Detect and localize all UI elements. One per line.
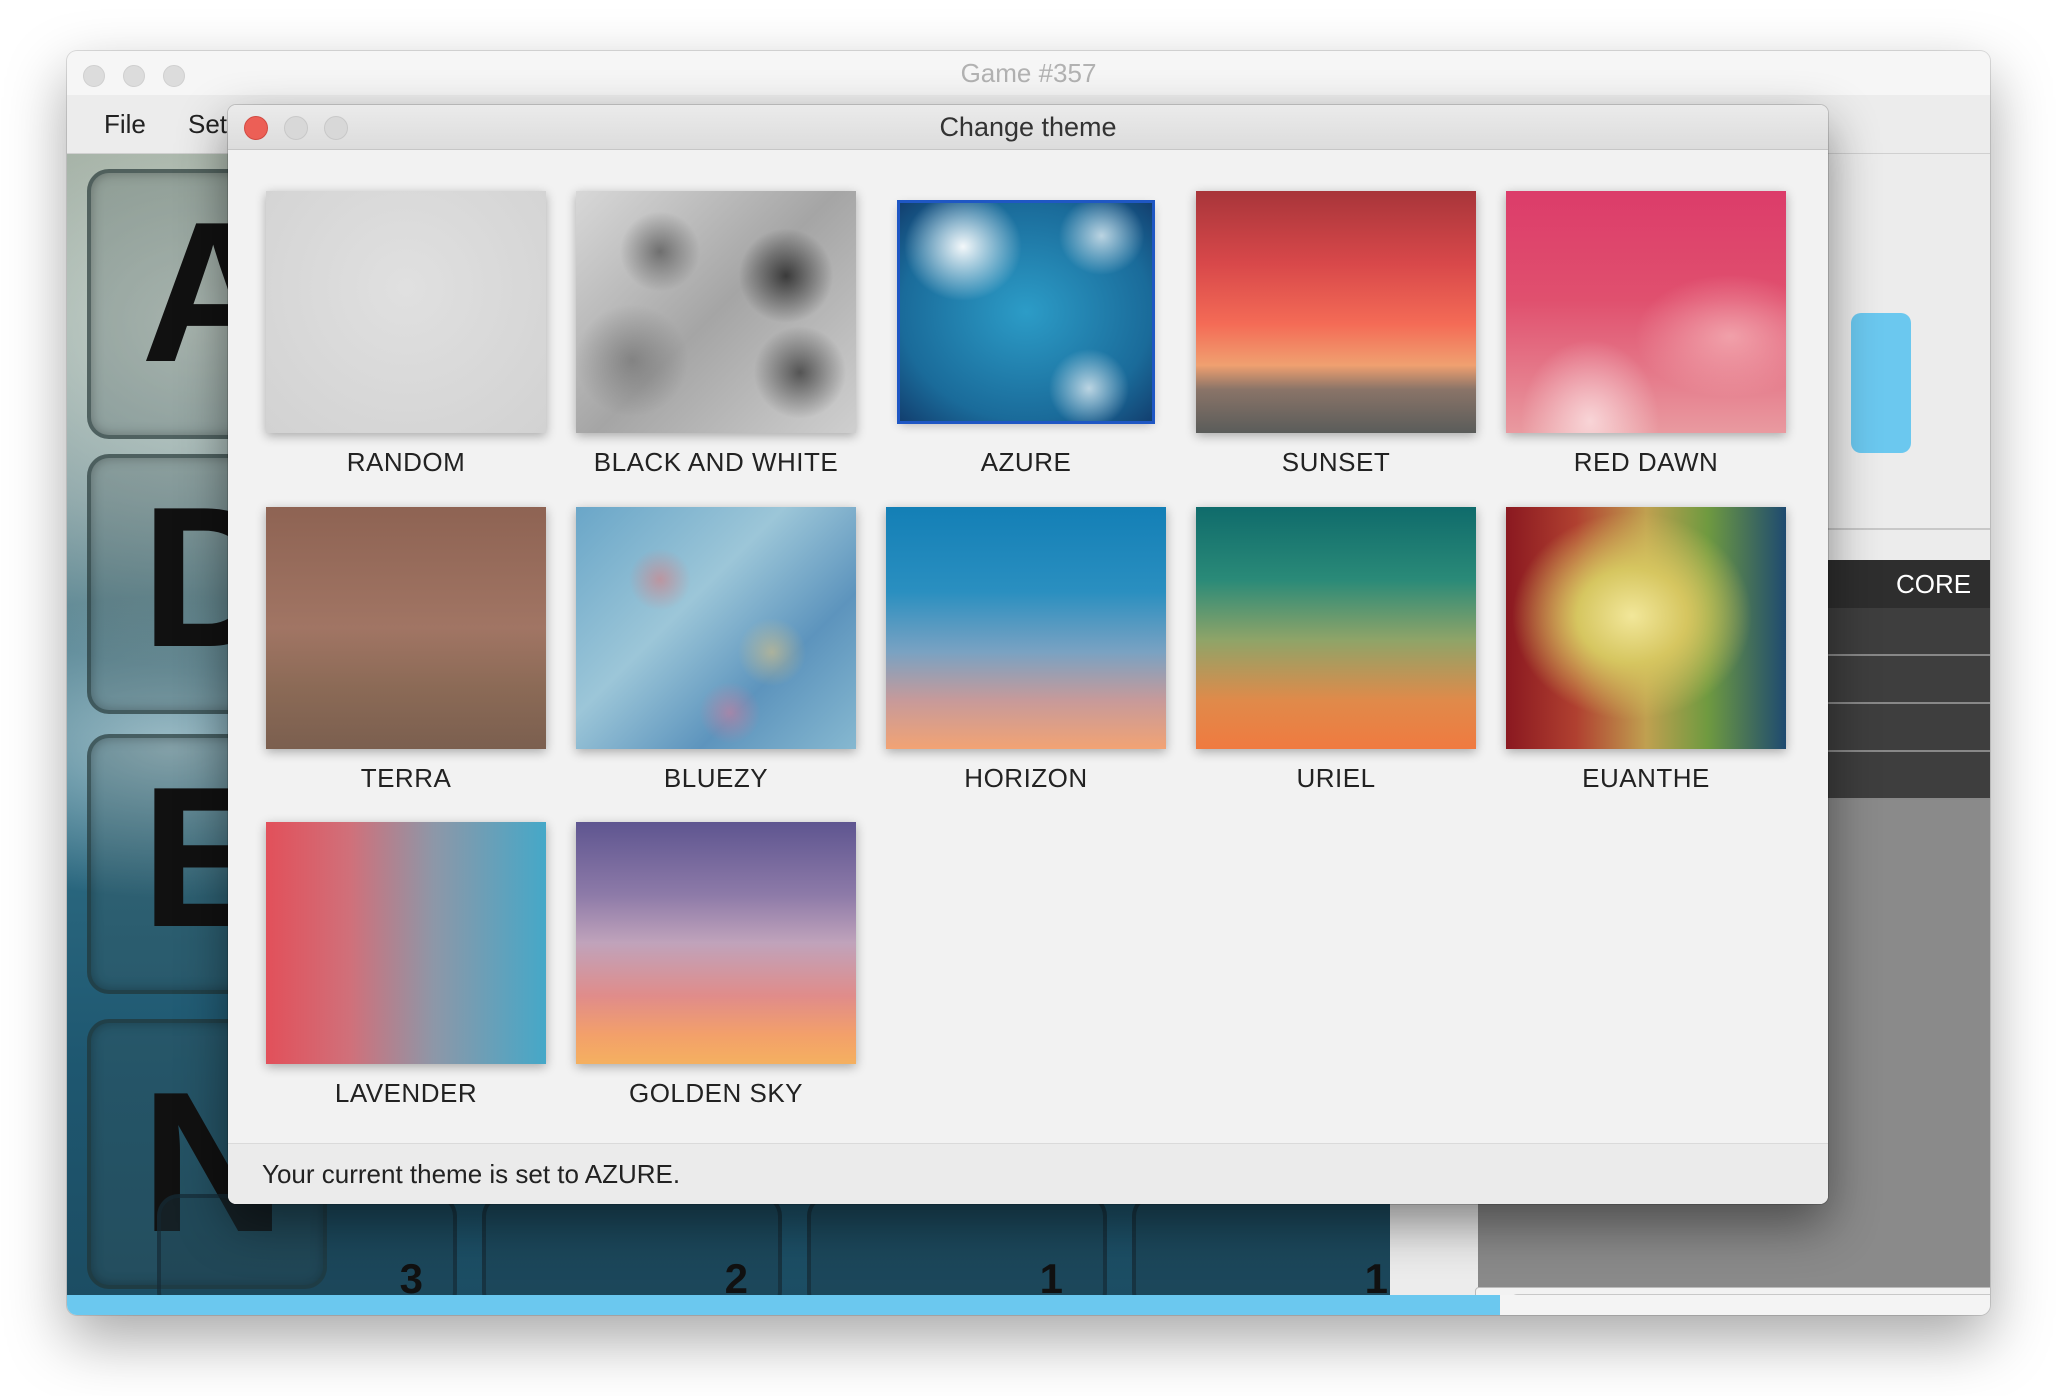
progress-bar xyxy=(67,1295,1990,1315)
theme-euanthe[interactable]: EUANTHE xyxy=(1486,507,1796,797)
theme-random[interactable]: RANDOM xyxy=(246,191,556,481)
dialog-title: Change theme xyxy=(939,112,1117,142)
tile-score: 1 xyxy=(1039,1255,1063,1302)
window-title: Game #357 xyxy=(960,58,1097,88)
theme-red-dawn[interactable]: RED DAWN xyxy=(1486,191,1796,481)
theme-bluezy[interactable]: BLUEZY xyxy=(556,507,866,797)
dialog-titlebar: Change theme xyxy=(228,105,1828,150)
progress-fill xyxy=(67,1295,1500,1315)
theme-black-and-white[interactable]: BLACK AND WHITE xyxy=(556,191,866,481)
theme-thumbnail[interactable] xyxy=(1506,507,1786,749)
change-theme-dialog: Change theme RANDOM BLACK AND WHITE AZUR… xyxy=(228,105,1828,1204)
theme-label: RANDOM xyxy=(346,447,466,477)
theme-label: SUNSET xyxy=(1281,447,1391,477)
theme-label: BLACK AND WHITE xyxy=(593,447,839,477)
dialog-status-bar: Your current theme is set to AZURE. xyxy=(228,1143,1828,1204)
theme-thumbnail[interactable] xyxy=(576,507,856,749)
theme-azure[interactable]: AZURE xyxy=(866,191,1176,481)
theme-label: AZURE xyxy=(980,447,1072,477)
theme-label: GOLDEN SKY xyxy=(628,1078,804,1108)
menu-settings[interactable]: Set xyxy=(188,95,227,153)
theme-thumbnail[interactable] xyxy=(886,507,1166,749)
theme-lavender[interactable]: LAVENDER xyxy=(246,822,556,1112)
menu-file[interactable]: File xyxy=(104,95,146,153)
theme-thumbnail[interactable] xyxy=(576,191,856,433)
theme-thumbnail[interactable] xyxy=(1506,191,1786,433)
theme-horizon[interactable]: HORIZON xyxy=(866,507,1176,797)
theme-thumbnail[interactable] xyxy=(266,507,546,749)
main-titlebar: Game #357 xyxy=(67,51,1990,96)
score-column-header[interactable]: CORE xyxy=(1896,560,1971,608)
theme-terra[interactable]: TERRA xyxy=(246,507,556,797)
theme-uriel[interactable]: URIEL xyxy=(1176,507,1486,797)
theme-sunset[interactable]: SUNSET xyxy=(1176,191,1486,481)
theme-label: HORIZON xyxy=(964,763,1088,793)
current-theme-status: Your current theme is set to AZURE. xyxy=(262,1159,681,1189)
theme-thumbnail[interactable] xyxy=(266,191,546,433)
theme-label: URIEL xyxy=(1296,763,1376,793)
tile-score: 1 xyxy=(1364,1255,1388,1302)
tile-score: 3 xyxy=(399,1255,423,1302)
theme-label: LAVENDER xyxy=(334,1078,478,1108)
theme-thumbnail[interactable] xyxy=(897,200,1155,424)
tile-score: 2 xyxy=(724,1255,748,1302)
theme-label: TERRA xyxy=(360,763,452,793)
theme-label: EUANTHE xyxy=(1582,763,1710,793)
theme-label: RED DAWN xyxy=(1573,447,1719,477)
theme-golden-sky[interactable]: GOLDEN SKY xyxy=(556,822,866,1112)
theme-thumbnail[interactable] xyxy=(266,822,546,1064)
theme-thumbnail[interactable] xyxy=(576,822,856,1064)
theme-label: BLUEZY xyxy=(663,763,769,793)
theme-thumbnail[interactable] xyxy=(1196,507,1476,749)
action-button[interactable] xyxy=(1851,313,1911,453)
theme-thumbnail[interactable] xyxy=(1196,191,1476,433)
